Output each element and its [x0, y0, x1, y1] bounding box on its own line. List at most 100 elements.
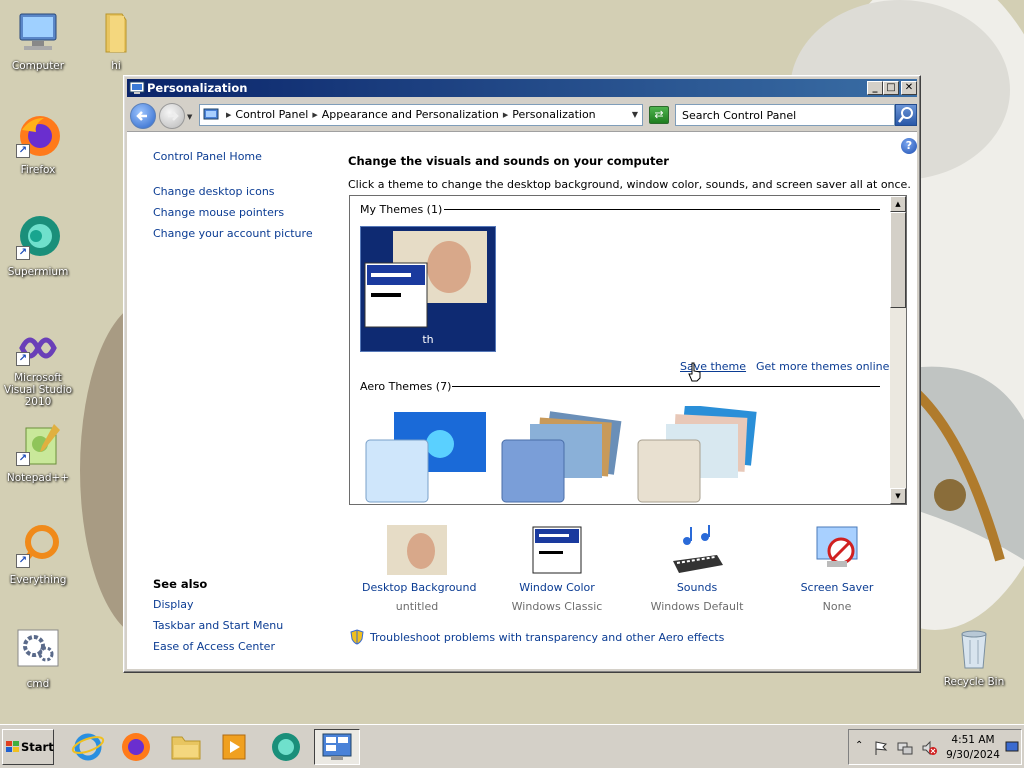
taskbar-media-player[interactable] — [214, 729, 254, 765]
group-divider — [452, 386, 880, 387]
get-more-themes-link[interactable]: Get more themes online — [756, 360, 889, 373]
desktop-icon-supermium[interactable]: ↗ Supermium — [0, 214, 76, 278]
network-icon[interactable] — [897, 740, 913, 756]
change-mouse-pointers-link[interactable]: Change mouse pointers — [153, 206, 284, 219]
theme-thumbnail-th[interactable]: th — [360, 226, 496, 352]
start-button[interactable]: Start — [2, 729, 54, 765]
desktop-background-item[interactable]: Desktop Background untitled — [362, 525, 477, 613]
sounds-item[interactable]: Sounds Windows Default — [642, 525, 752, 613]
chevron-right-icon[interactable]: ▶ — [503, 105, 508, 125]
taskbar-supermium[interactable] — [266, 729, 306, 765]
sounds-icon — [667, 525, 727, 575]
chevron-down-icon[interactable]: ▼ — [632, 105, 638, 125]
ease-of-access-link[interactable]: Ease of Access Center — [153, 640, 275, 653]
desktop-icon-notepadplusplus[interactable]: ↗ Notepad++ — [0, 420, 76, 484]
my-themes-heading: My Themes (1) — [360, 203, 443, 216]
personalization-window: Personalization _ □ ✕ ▼ ▶ Control Panel ▶ A… — [123, 75, 921, 673]
display-link[interactable]: Display — [153, 598, 194, 611]
chevron-right-icon[interactable]: ▶ — [226, 105, 231, 125]
cmd-gear-icon — [14, 626, 62, 674]
search-icon — [898, 107, 913, 123]
taskbar-firefox[interactable] — [116, 729, 156, 765]
desktop-icon-hi-folder[interactable]: hi — [78, 8, 154, 72]
system-tray: ⌃ 4:51 AM 9/30/2024 — [848, 729, 1022, 765]
firefox-icon: ↗ — [14, 112, 62, 160]
visual-studio-icon: ↗ — [14, 328, 62, 368]
window-titlebar[interactable]: Personalization _ □ ✕ — [127, 79, 917, 97]
screen-saver-item[interactable]: Screen Saver None — [782, 525, 892, 613]
breadcrumb-item[interactable]: Appearance and Personalization — [322, 108, 499, 121]
address-toolbar: ▼ ▶ Control Panel ▶ Appearance and Personal… — [127, 99, 917, 131]
window-color-value: Windows Classic — [511, 600, 603, 613]
action-center-flag-icon[interactable] — [873, 740, 889, 756]
folder-icon — [171, 736, 201, 760]
recent-pages-dropdown-icon[interactable]: ▼ — [187, 113, 192, 121]
arrow-left-icon — [136, 111, 147, 121]
everything-search-icon: ↗ — [14, 522, 62, 570]
desktop-icon-visual-studio[interactable]: ↗ Microsoft Visual Studio 2010 — [0, 328, 76, 408]
desktop-icon-computer[interactable]: Computer — [0, 8, 76, 72]
scroll-down-icon[interactable]: ▼ — [890, 488, 906, 504]
desktop-icon-firefox[interactable]: ↗ Firefox — [0, 112, 76, 176]
taskbar: Start ⌃ 4:51 AM 9/30/2024 — [0, 724, 1024, 768]
desktop-icon-cmd[interactable]: cmd — [0, 626, 76, 690]
theme-list[interactable]: My Themes (1) th Save theme Get more the… — [349, 195, 907, 505]
hand-cursor-icon — [688, 362, 701, 382]
breadcrumb-item[interactable]: Control Panel — [235, 108, 308, 121]
control-panel-home-link[interactable]: Control Panel Home — [153, 150, 262, 163]
screen-saver-value: None — [822, 600, 852, 613]
breadcrumb-item[interactable]: Personalization — [512, 108, 595, 121]
show-hidden-icons-chevron-icon[interactable]: ⌃ — [855, 740, 863, 751]
windows-logo-icon — [6, 741, 19, 752]
chevron-right-icon[interactable]: ▶ — [312, 105, 317, 125]
desktop-icon-label: Recycle Bin — [943, 676, 1005, 688]
personalization-app-icon — [129, 80, 145, 96]
folder-icon — [92, 8, 140, 56]
scrollbar-thumb[interactable] — [890, 212, 906, 308]
desktop-icon-label: Supermium — [7, 266, 69, 278]
minimize-button[interactable]: _ — [867, 81, 883, 95]
shortcut-arrow-icon: ↗ — [16, 352, 30, 366]
desktop-background-label[interactable]: Desktop Background — [362, 581, 477, 594]
window-color-item[interactable]: Window Color Windows Classic — [502, 525, 612, 613]
desktop-icon-label: hi — [111, 60, 121, 72]
breadcrumb[interactable]: ▶ Control Panel ▶ Appearance and Personaliz… — [199, 104, 643, 126]
change-desktop-icons-link[interactable]: Change desktop icons — [153, 185, 275, 198]
theme-thumbnail-aero-1[interactable] — [364, 406, 494, 504]
theme-thumbnail-aero-2[interactable] — [500, 406, 630, 504]
taskbar-control-panel[interactable] — [314, 729, 360, 765]
clock-date[interactable]: 9/30/2024 — [945, 749, 1001, 761]
window-color-label[interactable]: Window Color — [502, 581, 612, 594]
scroll-up-icon[interactable]: ▲ — [890, 196, 906, 212]
close-button[interactable]: ✕ — [901, 81, 917, 95]
change-account-picture-link[interactable]: Change your account picture — [153, 227, 313, 240]
page-description: Click a theme to change the desktop back… — [348, 178, 911, 191]
forward-button[interactable] — [159, 103, 185, 129]
taskbar-start-menu-link[interactable]: Taskbar and Start Menu — [153, 619, 283, 632]
back-button[interactable] — [130, 103, 156, 129]
recycle-bin-icon — [950, 624, 998, 672]
sounds-label[interactable]: Sounds — [642, 581, 752, 594]
clock-time[interactable]: 4:51 AM — [949, 734, 997, 746]
volume-muted-icon[interactable] — [921, 740, 937, 756]
search-input[interactable] — [676, 105, 894, 125]
desktop-icon-everything[interactable]: ↗ Everything — [0, 522, 76, 586]
desktop-icon-recycle-bin[interactable]: Recycle Bin — [936, 624, 1012, 688]
maximize-button[interactable]: □ — [883, 81, 899, 95]
control-panel-icon — [322, 733, 352, 760]
media-player-icon — [222, 734, 246, 760]
show-desktop-icon[interactable] — [1005, 740, 1019, 754]
help-icon[interactable]: ? — [901, 138, 917, 154]
taskbar-internet-explorer[interactable] — [68, 729, 108, 765]
theme-list-scrollbar[interactable]: ▲ ▼ — [890, 196, 906, 504]
sounds-value: Windows Default — [650, 600, 744, 613]
refresh-icon: ⇄ — [654, 108, 664, 121]
screen-saver-label[interactable]: Screen Saver — [782, 581, 892, 594]
taskbar-file-explorer[interactable] — [166, 729, 206, 765]
theme-thumbnail-aero-3[interactable] — [636, 404, 766, 504]
see-also-heading: See also — [153, 577, 208, 591]
search-button[interactable] — [895, 104, 917, 126]
troubleshoot-link[interactable]: Troubleshoot problems with transparency … — [370, 631, 724, 644]
refresh-button[interactable]: ⇄ — [649, 106, 669, 124]
notepadplusplus-icon: ↗ — [14, 420, 62, 468]
